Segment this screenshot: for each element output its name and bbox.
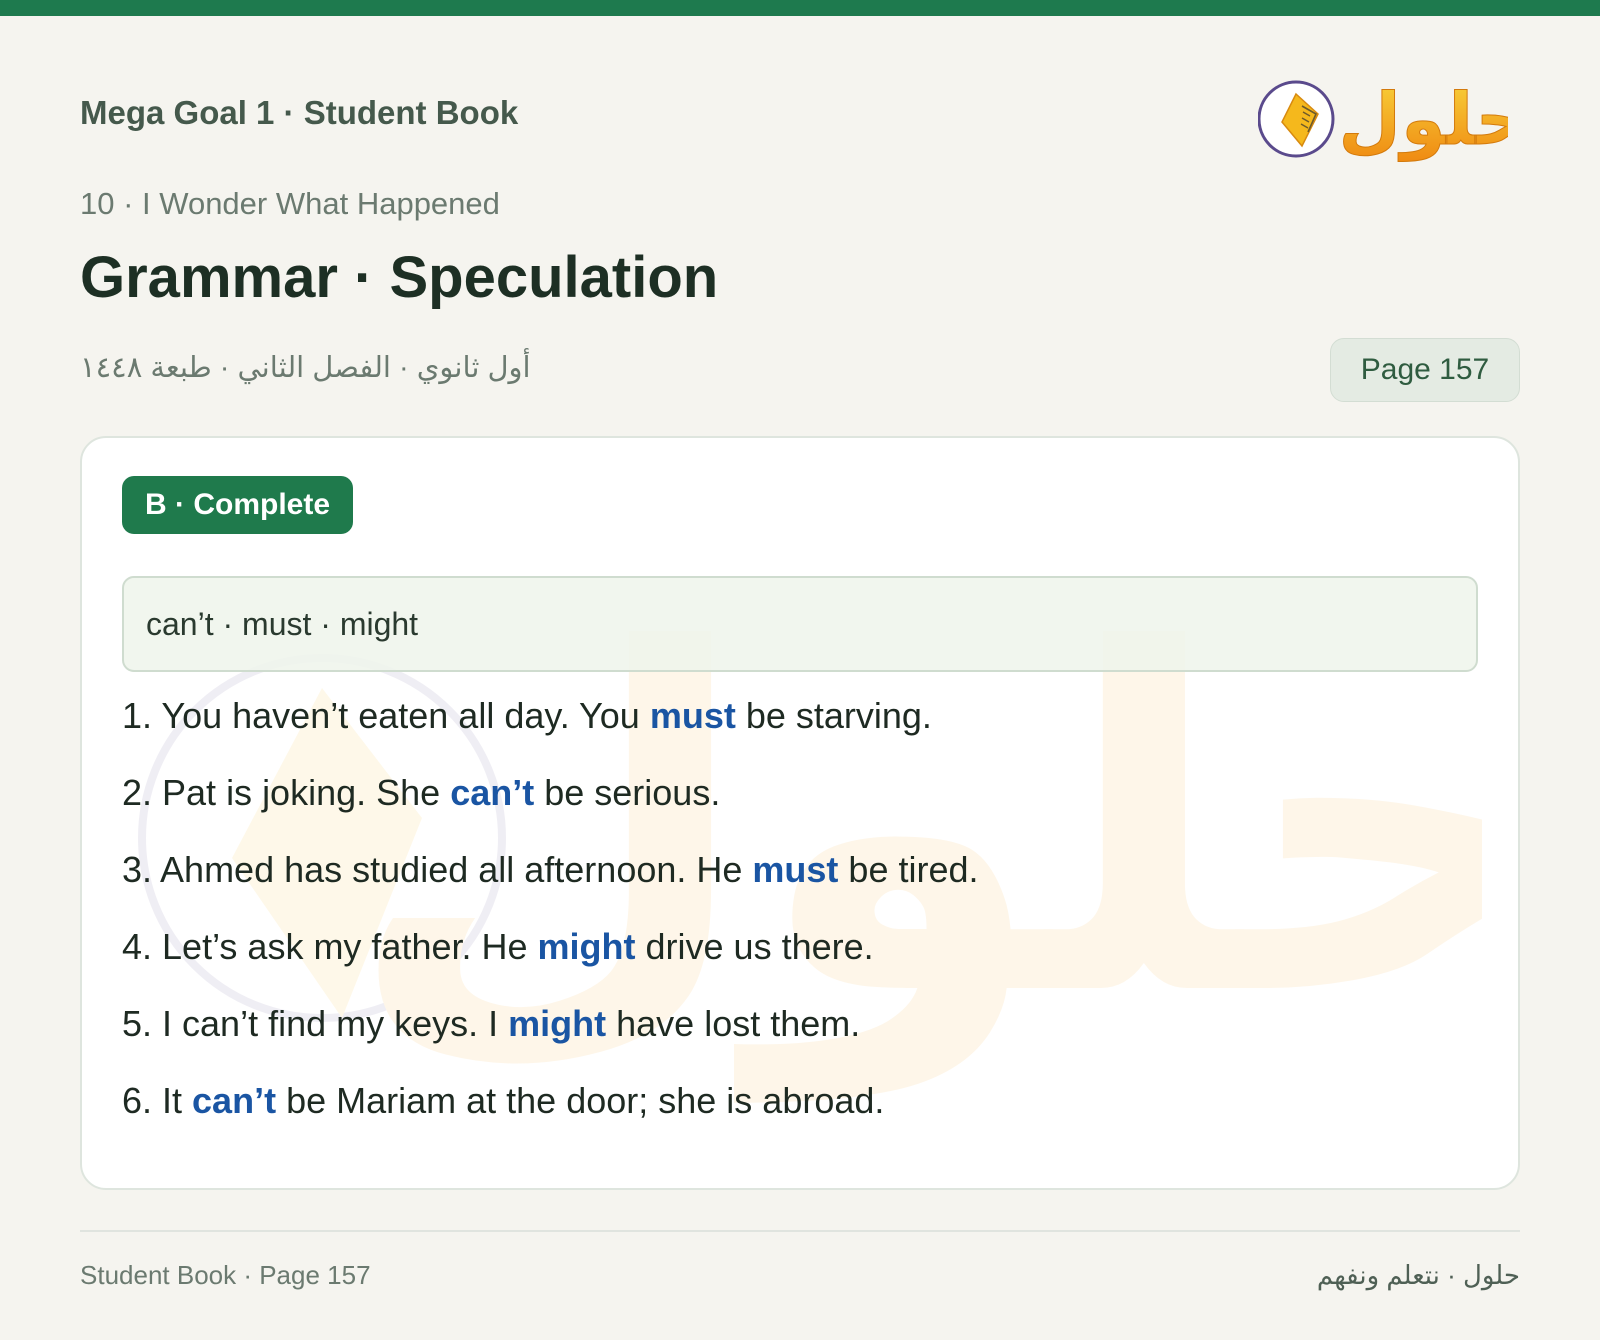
answer: must: [649, 695, 736, 736]
exercise-item: 1. You haven’t eaten all day. You must b…: [122, 692, 979, 769]
item-text: 2. Pat is joking. She: [122, 772, 451, 813]
answer: can’t: [450, 772, 535, 813]
exercise-item: 6. It can’t be Mariam at the door; she i…: [122, 1077, 979, 1154]
footer-page-info: Student Book · Page 157: [80, 1260, 371, 1290]
item-text: be Mariam at the door; she is abroad.: [276, 1080, 885, 1121]
exercise-items: 1. You haven’t eaten all day. You must b…: [122, 692, 979, 1154]
item-text: 1. You haven’t eaten all day. You: [122, 695, 650, 736]
page-title: Grammar · Speculation: [80, 245, 719, 310]
item-text: 3. Ahmed has studied all afternoon. He: [122, 849, 753, 890]
word-bank: can’t · must · might: [122, 576, 1478, 672]
unit-subtitle: 10 · I Wonder What Happened: [80, 186, 500, 221]
book-title: Mega Goal 1 · Student Book: [80, 94, 519, 131]
footer-tagline: حلول · نتعلم ونفهم: [1316, 1260, 1520, 1290]
top-accent-bar: [0, 0, 1600, 16]
item-text: have lost them.: [606, 1003, 861, 1044]
item-text: 6. It: [122, 1080, 193, 1121]
section-label: B · Complete: [122, 476, 354, 534]
answer: might: [508, 1003, 607, 1044]
answer: must: [752, 849, 839, 890]
exercise-item: 5. I can’t find my keys. I might have lo…: [122, 1000, 979, 1077]
exercise-item: 4. Let’s ask my father. He might drive u…: [122, 923, 979, 1000]
footer-divider: [80, 1230, 1520, 1232]
answer: can’t: [192, 1080, 277, 1121]
item-text: 5. I can’t find my keys. I: [122, 1003, 509, 1044]
exercise-card: حلول B · Complete can’t · must · might 1…: [80, 436, 1520, 1190]
item-text: be starving.: [735, 695, 932, 736]
grade-semester-info: أول ثانوي · الفصل الثاني · طبعة ١٤٤٨: [80, 352, 531, 384]
exercise-item: 2. Pat is joking. She can’t be serious.: [122, 769, 979, 846]
answer: might: [537, 926, 636, 967]
logo-text: حلول: [1339, 77, 1508, 162]
item-text: drive us there.: [635, 926, 874, 967]
item-text: 4. Let’s ask my father. He: [122, 926, 538, 967]
exercise-item: 3. Ahmed has studied all afternoon. He m…: [122, 846, 979, 923]
item-text: be tired.: [838, 849, 979, 890]
hulul-logo: حلول: [1258, 77, 1508, 163]
page-number-badge: Page 157: [1330, 338, 1520, 402]
item-text: be serious.: [534, 772, 721, 813]
